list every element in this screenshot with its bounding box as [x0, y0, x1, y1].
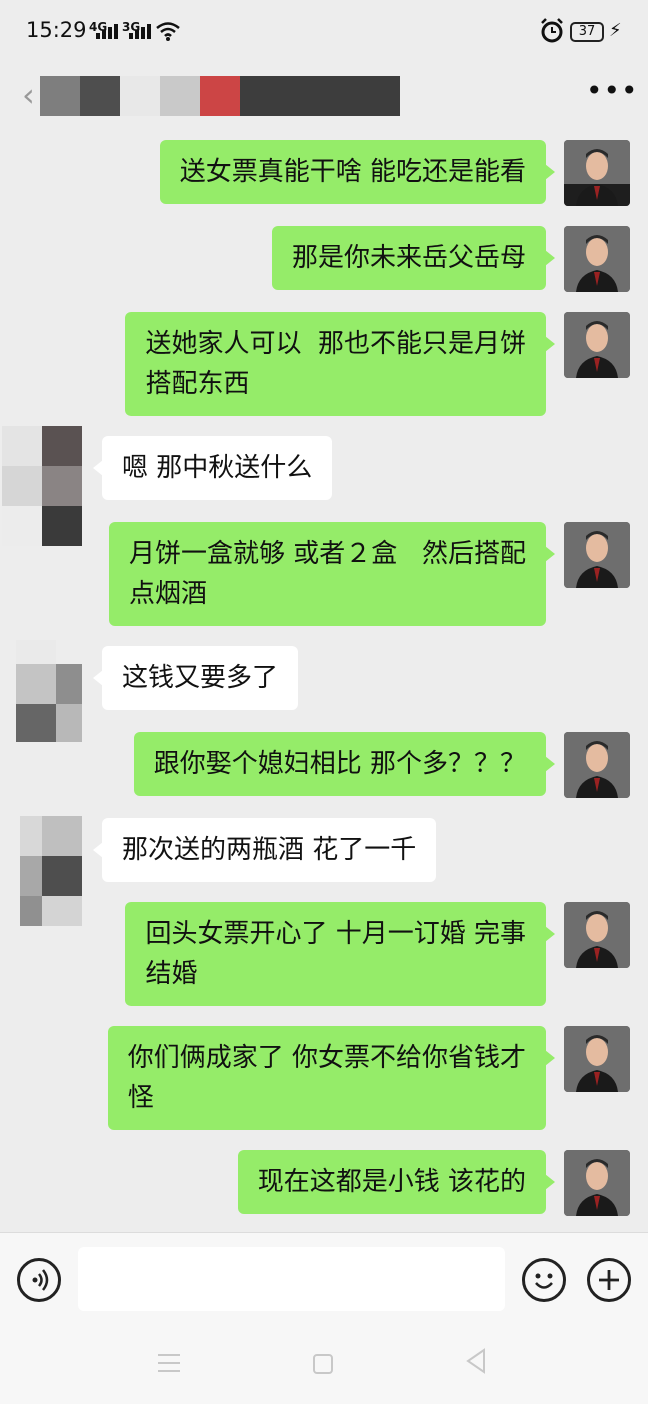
- message-bubble-incoming[interactable]: 嗯 那中秋送什么: [92, 436, 333, 500]
- avatar-pixelated[interactable]: [2, 640, 84, 742]
- avatar-pixelated[interactable]: [2, 816, 84, 936]
- emoji-icon[interactable]: [522, 1258, 566, 1302]
- message-bubble-incoming[interactable]: 那次送的两瓶酒 花了一千: [92, 818, 437, 882]
- message-bubble-outgoing[interactable]: 那是你未来岳父岳母: [271, 226, 556, 290]
- message-bubble-outgoing[interactable]: 你们俩成家了 你女票不给你省钱才 怪: [107, 1026, 556, 1130]
- avatar[interactable]: [564, 732, 630, 798]
- wifi-icon: [156, 22, 180, 41]
- message-bubble-outgoing[interactable]: 跟你娶个媳妇相比 那个多？？？: [133, 732, 556, 796]
- battery-indicator: 37: [570, 22, 604, 42]
- message-input[interactable]: [78, 1247, 505, 1311]
- more-options-icon[interactable]: •••: [586, 74, 639, 107]
- avatar[interactable]: [564, 522, 630, 588]
- message-bubble-incoming[interactable]: 这钱又要多了: [92, 646, 299, 710]
- input-bar: [0, 1232, 648, 1328]
- message-bubble-outgoing[interactable]: 月饼一盒就够 或者２盒 然后搭配 点烟酒: [108, 522, 556, 626]
- alarm-icon: [541, 18, 563, 43]
- avatar[interactable]: [564, 1150, 630, 1216]
- avatar[interactable]: [564, 312, 630, 378]
- chat-header: ‹ •••: [0, 62, 648, 128]
- avatar[interactable]: [564, 140, 630, 206]
- avatar[interactable]: [564, 1026, 630, 1092]
- system-navigation-bar: [0, 1328, 648, 1404]
- avatar[interactable]: [564, 902, 630, 968]
- message-bubble-outgoing[interactable]: 回头女票开心了 十月一订婚 完事 结婚: [125, 902, 555, 1006]
- charging-icon: ⚡: [609, 20, 622, 41]
- recent-apps-icon[interactable]: [158, 1354, 180, 1378]
- status-time: 15:29: [26, 18, 87, 42]
- plus-icon[interactable]: [587, 1258, 631, 1302]
- message-bubble-outgoing[interactable]: 送女票真能干啥 能吃还是能看: [159, 140, 556, 204]
- back-button[interactable]: ‹: [22, 76, 35, 114]
- message-bubble-outgoing[interactable]: 现在这都是小钱 该花的: [237, 1150, 556, 1214]
- avatar[interactable]: [564, 226, 630, 292]
- voice-icon[interactable]: [17, 1258, 61, 1302]
- chat-title-pixelated[interactable]: [40, 76, 400, 116]
- message-list[interactable]: 送女票真能干啥 能吃还是能看 那是你未来岳父岳母 送她家人可以 那也不能只是月饼…: [0, 128, 648, 1232]
- system-back-icon[interactable]: [464, 1348, 488, 1381]
- status-bar: 15:29 4G 3G 37 ⚡: [0, 0, 648, 62]
- home-icon[interactable]: [313, 1354, 333, 1374]
- message-bubble-outgoing[interactable]: 送她家人可以 那也不能只是月饼 搭配东西: [125, 312, 555, 416]
- signal-icon: [96, 24, 118, 39]
- signal-icon: [129, 24, 151, 39]
- avatar-pixelated[interactable]: [2, 426, 84, 546]
